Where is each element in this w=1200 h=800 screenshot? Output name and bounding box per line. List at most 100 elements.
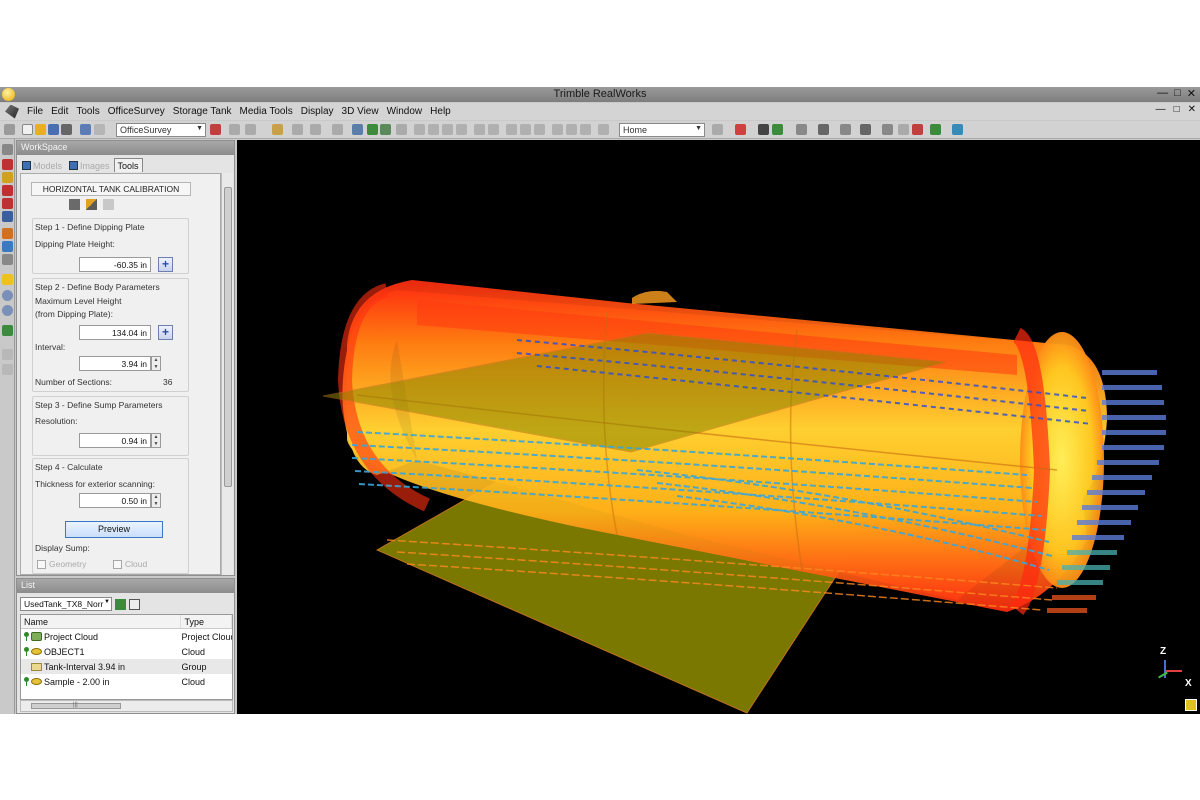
pin-icon[interactable] <box>23 677 29 686</box>
tab-images[interactable]: Images <box>66 158 113 172</box>
save-icon[interactable] <box>48 124 59 135</box>
tool-icon[interactable] <box>796 124 807 135</box>
preview-button[interactable]: Preview <box>65 521 163 538</box>
menu-file[interactable]: File <box>27 106 43 117</box>
workspace-scrollbar-thumb[interactable] <box>224 187 232 487</box>
tool-icon[interactable] <box>952 124 963 135</box>
display-icon[interactable] <box>772 124 783 135</box>
thickness-spinner[interactable]: ▲ ▼ <box>151 493 161 508</box>
menu-window[interactable]: Window <box>387 106 423 117</box>
tool-icon[interactable] <box>882 124 893 135</box>
scan-icon[interactable] <box>380 124 391 135</box>
tool-icon[interactable] <box>310 124 321 135</box>
geometry-checkbox[interactable] <box>37 560 46 569</box>
menu-storage-tank[interactable]: Storage Tank <box>173 106 232 117</box>
tool-icon[interactable] <box>566 124 577 135</box>
menu-tools[interactable]: Tools <box>76 106 99 117</box>
module-combo[interactable]: OfficeSurvey ▼ <box>116 123 206 137</box>
cloud-checkbox[interactable] <box>113 560 122 569</box>
tool-icon[interactable] <box>840 124 851 135</box>
maximize-button[interactable]: □ <box>1174 87 1181 100</box>
pencil-icon[interactable] <box>86 199 97 210</box>
menu-help[interactable]: Help <box>430 106 451 117</box>
open-folder-icon[interactable] <box>35 124 46 135</box>
trimble-logo-icon[interactable] <box>5 104 19 119</box>
menu-edit[interactable]: Edit <box>51 106 68 117</box>
tool-icon[interactable] <box>506 124 517 135</box>
menu-media-tools[interactable]: Media Tools <box>240 106 293 117</box>
eraser-icon[interactable] <box>103 199 114 210</box>
tool-icon[interactable] <box>712 124 723 135</box>
table-row[interactable]: Project Cloud Project Cloud <box>21 629 232 644</box>
lock-icon[interactable] <box>1185 699 1197 711</box>
3d-viewport[interactable]: Z X <box>237 140 1200 714</box>
table-row[interactable]: Sample - 2.00 in Cloud <box>21 674 232 689</box>
view-combo[interactable]: Home ▼ <box>619 123 705 137</box>
zoom-out-icon[interactable] <box>2 305 13 316</box>
resolution-spinner[interactable]: ▲ ▼ <box>151 433 161 448</box>
registration-icon[interactable] <box>210 124 221 135</box>
tool-icon[interactable] <box>396 124 407 135</box>
tool-icon[interactable] <box>428 124 439 135</box>
annotation-icon[interactable] <box>2 274 13 285</box>
tool-icon[interactable] <box>474 124 485 135</box>
new-project-icon[interactable] <box>22 124 33 135</box>
column-header-type[interactable]: Type <box>181 615 232 628</box>
tool-icon[interactable] <box>456 124 467 135</box>
tool-icon[interactable] <box>930 124 941 135</box>
tool-icon[interactable] <box>2 241 13 252</box>
tool-icon[interactable] <box>2 228 13 239</box>
tool-icon[interactable] <box>2 325 13 336</box>
table-row[interactable]: OBJECT1 Cloud <box>21 644 232 659</box>
eye-icon[interactable] <box>818 124 829 135</box>
list-filter-icon[interactable] <box>115 598 126 610</box>
undo-icon[interactable] <box>80 124 91 135</box>
zoom-in-icon[interactable] <box>2 290 13 301</box>
tool-icon[interactable] <box>580 124 591 135</box>
column-header-name[interactable]: Name <box>21 615 182 628</box>
list-horizontal-scrollbar[interactable]: ||| <box>20 700 233 712</box>
cut-icon[interactable] <box>2 159 13 170</box>
measure-icon[interactable] <box>272 124 283 135</box>
tab-tools[interactable]: Tools <box>113 158 143 172</box>
tool-icon[interactable] <box>292 124 303 135</box>
grid-icon[interactable] <box>69 199 80 210</box>
max-level-field[interactable]: 134.04 in <box>79 325 151 340</box>
close-button[interactable]: ✕ <box>1187 87 1196 100</box>
tool-icon[interactable] <box>2 172 13 183</box>
tool-icon[interactable] <box>912 124 923 135</box>
minimize-button[interactable]: — <box>1157 87 1168 100</box>
redo-icon[interactable] <box>94 124 105 135</box>
list-view-icon[interactable] <box>129 598 140 610</box>
pin-icon[interactable] <box>23 632 29 641</box>
pin-icon[interactable] <box>23 647 29 656</box>
image-icon[interactable] <box>352 124 363 135</box>
mdi-close-button[interactable]: ✕ <box>1188 104 1196 115</box>
list-project-combo[interactable]: UsedTank_TX8_Norr ▼ <box>20 597 112 611</box>
mdi-minimize-button[interactable]: — <box>1156 104 1166 115</box>
interval-field[interactable]: 3.94 in <box>79 356 151 371</box>
table-row[interactable]: Tank-Interval 3.94 in Group <box>21 659 232 674</box>
mdi-restore-button[interactable]: □ <box>1174 104 1180 115</box>
dipping-plate-height-field[interactable]: -60.35 in <box>79 257 151 272</box>
tool-icon[interactable] <box>534 124 545 135</box>
tool-icon[interactable] <box>332 124 343 135</box>
tool-icon[interactable] <box>2 144 13 155</box>
tool-icon[interactable] <box>488 124 499 135</box>
tool-icon[interactable] <box>2 198 13 209</box>
tool-icon[interactable] <box>2 364 13 375</box>
render-icon[interactable] <box>758 124 769 135</box>
menu-3d-view[interactable]: 3D View <box>342 106 379 117</box>
tool-icon[interactable] <box>245 124 256 135</box>
tool-icon[interactable] <box>2 185 13 196</box>
tool-icon[interactable] <box>442 124 453 135</box>
tab-models[interactable]: Models <box>19 158 65 172</box>
menu-display[interactable]: Display <box>301 106 334 117</box>
tool-icon[interactable] <box>2 254 13 265</box>
thickness-field[interactable]: 0.50 in <box>79 493 151 508</box>
pick-dipping-plate-button[interactable]: + <box>158 257 173 272</box>
menu-officesurvey[interactable]: OfficeSurvey <box>108 106 165 117</box>
tool-icon[interactable] <box>552 124 563 135</box>
tool-icon[interactable] <box>860 124 871 135</box>
tool-icon[interactable] <box>2 349 13 360</box>
